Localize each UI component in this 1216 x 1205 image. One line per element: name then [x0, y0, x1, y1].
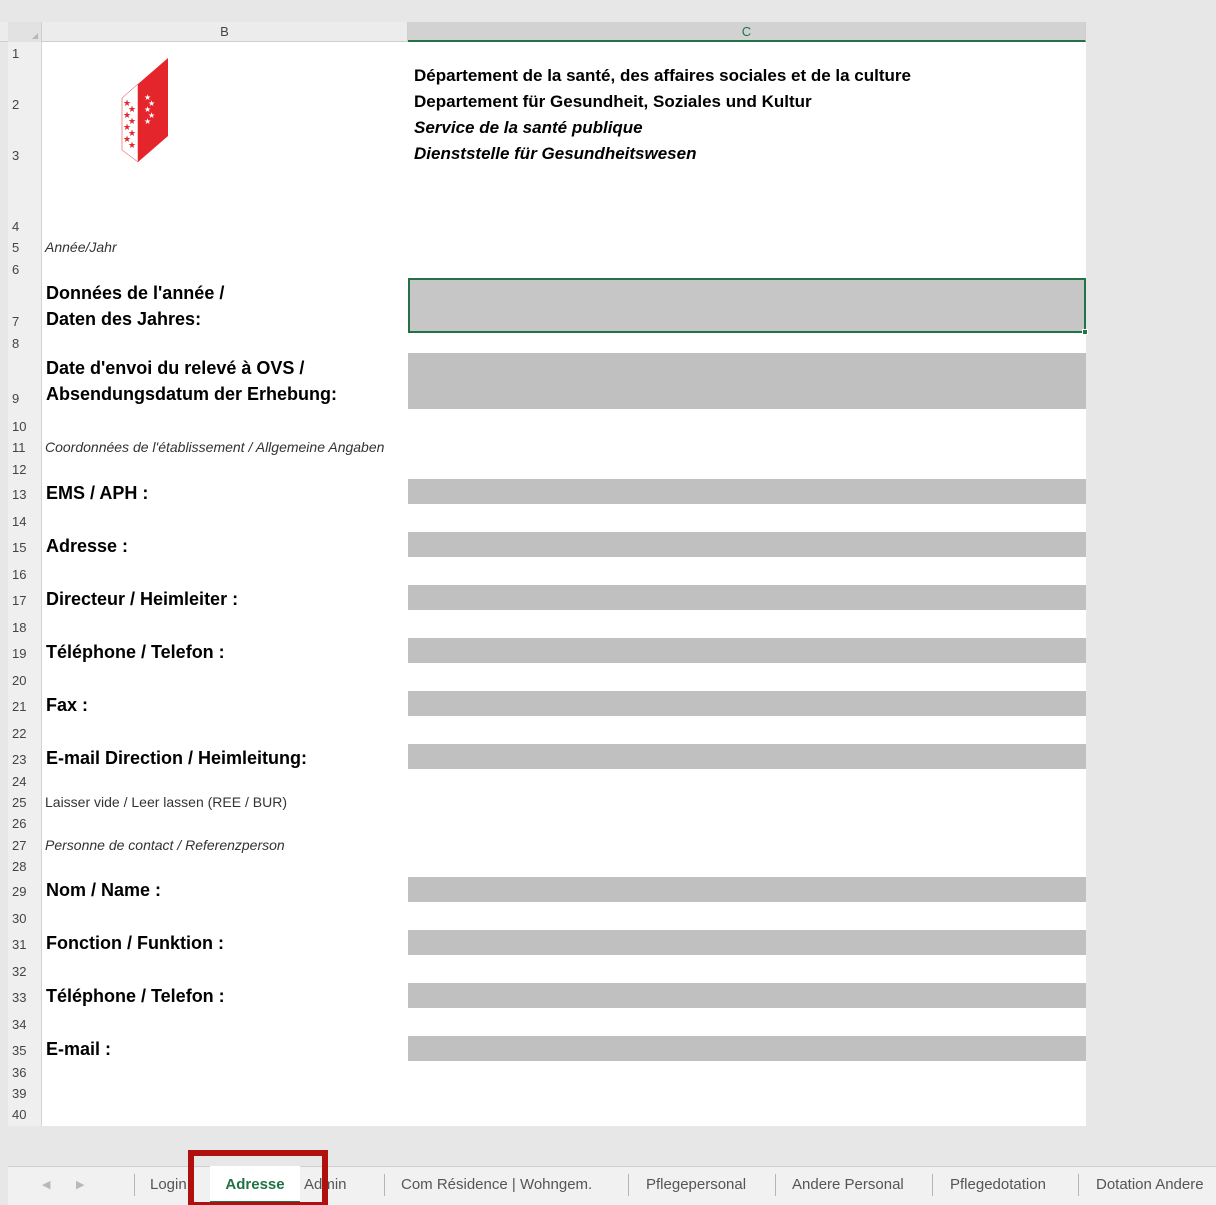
service-title-de: Dienststelle für Gesundheitswesen — [414, 144, 697, 163]
row-number[interactable]: 24 — [8, 774, 38, 789]
fax-field[interactable] — [408, 691, 1086, 716]
highlight-annotation — [188, 1150, 328, 1205]
row-number[interactable]: 9 — [8, 391, 38, 406]
row-number[interactable]: 15 — [8, 540, 38, 555]
row-number[interactable]: 16 — [8, 567, 38, 582]
contact-name-field[interactable] — [408, 877, 1086, 902]
row-number[interactable]: 4 — [8, 219, 38, 234]
row-number[interactable]: 19 — [8, 646, 38, 661]
service-title-fr: Service de la santé publique — [414, 118, 643, 137]
address-field[interactable] — [408, 532, 1086, 557]
svg-text:★: ★ — [128, 141, 136, 151]
row-number[interactable]: 32 — [8, 964, 38, 979]
contact-phone-label: Téléphone / Telefon : — [46, 986, 225, 1006]
row-number[interactable]: 13 — [8, 487, 38, 502]
row-number[interactable]: 22 — [8, 726, 38, 741]
year-data-label-fr: Données de l'année / — [46, 283, 225, 303]
row-number[interactable]: 33 — [8, 990, 38, 1005]
row-number[interactable]: 5 — [8, 240, 38, 255]
row-number[interactable]: 35 — [8, 1043, 38, 1058]
year-data-field[interactable] — [408, 278, 1088, 335]
send-date-label-fr: Date d'envoi du relevé à OVS / — [46, 358, 305, 378]
phone-field[interactable] — [408, 638, 1086, 663]
row-number[interactable]: 18 — [8, 620, 38, 635]
row-number[interactable]: 23 — [8, 752, 38, 767]
svg-text:★: ★ — [148, 111, 155, 120]
row-number[interactable]: 25 — [8, 795, 38, 810]
send-date-label-de: Absendungsdatum der Erhebung: — [46, 384, 338, 404]
address-label: Adresse : — [46, 536, 129, 556]
tab-andere-personal[interactable]: Andere Personal — [792, 1166, 904, 1204]
row-number[interactable]: 17 — [8, 593, 38, 608]
tab-login[interactable]: Login — [150, 1166, 187, 1204]
row-number[interactable]: 30 — [8, 911, 38, 926]
column-header-c[interactable]: C — [408, 22, 1086, 42]
tab-scroll-left-icon[interactable]: ◀ — [42, 1178, 50, 1191]
email-direction-label: E-mail Direction / Heimleitung: — [46, 748, 308, 768]
valais-coat-of-arms-logo: ★ ★ ★ ★ ★ ★ ★ ★ ★ ★ ★ ★ ★ — [121, 58, 168, 163]
tab-pflegedotation[interactable]: Pflegedotation — [950, 1166, 1046, 1204]
svg-text:★: ★ — [128, 129, 136, 139]
row-number[interactable]: 7 — [8, 314, 38, 329]
fax-label: Fax : — [46, 695, 89, 715]
row-number[interactable]: 40 — [8, 1107, 38, 1122]
contact-phone-field[interactable] — [408, 983, 1086, 1008]
spreadsheet-window: B C 1 2 3 4 5 6 7 8 9 10 11 12 13 14 15 … — [0, 0, 1216, 1205]
tab-scroll-right-icon[interactable]: ▶ — [76, 1178, 84, 1191]
tab-com-residence[interactable]: Com Résidence | Wohngem. — [401, 1166, 592, 1204]
fill-handle[interactable] — [1082, 329, 1088, 335]
row-number[interactable]: 2 — [8, 97, 38, 112]
row-number[interactable]: 8 — [8, 336, 38, 351]
contact-function-label: Fonction / Funktion : — [46, 933, 224, 953]
tab-dotation-andere[interactable]: Dotation Andere — [1096, 1166, 1204, 1204]
row-number[interactable]: 20 — [8, 673, 38, 688]
row-number[interactable]: 21 — [8, 699, 38, 714]
department-title-fr: Département de la santé, des affaires so… — [414, 66, 911, 85]
director-label: Directeur / Heimleiter : — [46, 589, 239, 609]
sheet-grid[interactable] — [42, 42, 1086, 1126]
row-number[interactable]: 36 — [8, 1065, 38, 1080]
row-number[interactable]: 12 — [8, 462, 38, 477]
section-year: Année/Jahr — [45, 239, 117, 255]
tab-pflegepersonal[interactable]: Pflegepersonal — [646, 1166, 746, 1204]
phone-label: Téléphone / Telefon : — [46, 642, 225, 662]
department-title-de: Departement für Gesundheit, Soziales und… — [414, 92, 812, 111]
contact-name-label: Nom / Name : — [46, 880, 162, 900]
row-number[interactable]: 31 — [8, 937, 38, 952]
row-number[interactable]: 1 — [8, 46, 38, 61]
row-number[interactable]: 27 — [8, 838, 38, 853]
row-number[interactable]: 11 — [8, 440, 38, 455]
send-date-field[interactable] — [408, 353, 1086, 409]
section-establishment: Coordonnées de l'établissement / Allgeme… — [45, 439, 385, 455]
svg-text:★: ★ — [148, 99, 155, 108]
svg-text:★: ★ — [128, 117, 136, 127]
ems-label: EMS / APH : — [46, 483, 149, 503]
row-number[interactable]: 14 — [8, 514, 38, 529]
contact-email-label: E-mail : — [46, 1039, 112, 1059]
contact-email-field[interactable] — [408, 1036, 1086, 1061]
ems-field[interactable] — [408, 479, 1086, 504]
year-data-label-de: Daten des Jahres: — [46, 309, 202, 329]
director-field[interactable] — [408, 585, 1086, 610]
svg-text:★: ★ — [128, 105, 136, 115]
column-header-b[interactable]: B — [42, 22, 408, 42]
row-number[interactable]: 28 — [8, 859, 38, 874]
email-direction-field[interactable] — [408, 744, 1086, 769]
section-contact: Personne de contact / Referenzperson — [45, 837, 285, 853]
row-number[interactable]: 3 — [8, 148, 38, 163]
contact-function-field[interactable] — [408, 930, 1086, 955]
row-number[interactable]: 39 — [8, 1086, 38, 1101]
row-number[interactable]: 29 — [8, 884, 38, 899]
select-all-corner[interactable] — [8, 22, 42, 42]
leave-empty-note: Laisser vide / Leer lassen (REE / BUR) — [45, 794, 287, 810]
row-number[interactable]: 6 — [8, 262, 38, 277]
row-number[interactable]: 10 — [8, 419, 38, 434]
row-number[interactable]: 34 — [8, 1017, 38, 1032]
row-number[interactable]: 26 — [8, 816, 38, 831]
